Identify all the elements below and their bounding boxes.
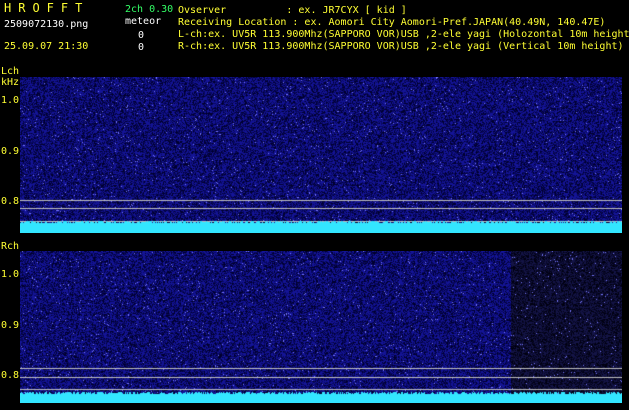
datetime-label: 25.09.07 21:30 — [4, 41, 89, 52]
rch-ytick-0-9: 0.9 — [1, 320, 20, 331]
lch-ytick-1-0: 1.0 — [1, 95, 20, 106]
lch-ytick-0-8: 0.8 — [1, 196, 20, 207]
location-info: Receiving Location : ex. Aomori City Aom… — [178, 17, 606, 28]
rch-spectrogram-canvas — [20, 251, 622, 403]
app-brand: HROFFT — [4, 1, 90, 15]
rch-info: R-ch:ex. UV5R 113.900Mhz(SAPPORO VOR)USB… — [178, 41, 624, 52]
filename-label: 2509072130.png — [4, 19, 89, 30]
rch-ytick-0-8: 0.8 — [1, 370, 20, 381]
khz-unit-label: kHz — [1, 77, 20, 88]
meteor-label: meteor — [125, 16, 162, 27]
lch-channel-label: Lch — [1, 66, 20, 77]
lch-info: L-ch:ex. UV5R 113.900Mhz(SAPPORO VOR)USB… — [178, 29, 629, 40]
meteor-count-lch: 0 — [138, 30, 145, 41]
lch-spectrogram-canvas — [20, 77, 622, 233]
rch-ytick-1-0: 1.0 — [1, 269, 20, 280]
rch-spectrogram — [20, 251, 622, 403]
lch-spectrogram — [20, 77, 622, 233]
rch-channel-label: Rch — [1, 241, 20, 252]
version-label: 2ch 0.30 — [125, 4, 174, 15]
observer-info: Ovserver : ex. JR7CYX [ kid ] — [178, 5, 407, 16]
meteor-count-rch: 0 — [138, 42, 145, 53]
lch-ytick-0-9: 0.9 — [1, 146, 20, 157]
